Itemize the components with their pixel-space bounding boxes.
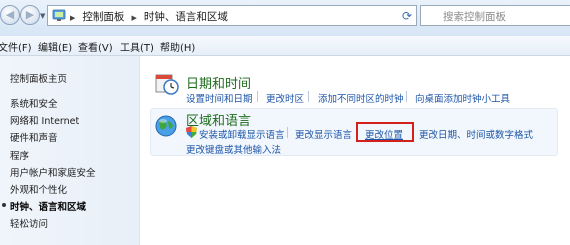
sidebar-item-programs[interactable]: 程序 bbox=[10, 148, 29, 162]
sidebar-item-hardware-sound[interactable]: 硬件和声音 bbox=[10, 130, 58, 144]
link-change-display-language[interactable]: 更改显示语言 bbox=[295, 127, 352, 141]
sidebar-item-appearance[interactable]: 外观和个性化 bbox=[10, 182, 67, 196]
link-separator bbox=[287, 127, 288, 138]
search-placeholder: 搜索控制面板 bbox=[443, 11, 506, 23]
sidebar-item-control-panel-home[interactable]: 控制面板主页 bbox=[10, 71, 67, 85]
sidebar-item-network-internet[interactable]: 网络和 Internet bbox=[10, 113, 79, 127]
link-add-clocks[interactable]: 添加不同时区的时钟 bbox=[318, 91, 404, 105]
control-panel-icon bbox=[52, 9, 66, 21]
menu-tools[interactable]: 工具(T) bbox=[120, 39, 154, 54]
date-time-icon bbox=[155, 74, 179, 95]
menu-view[interactable]: 查看(V) bbox=[78, 39, 113, 54]
active-item-bullet bbox=[2, 203, 6, 207]
category-date-time-title[interactable]: 日期和时间 bbox=[186, 73, 251, 92]
sidebar-item-clock-language-region[interactable]: 时钟、语言和区域 bbox=[10, 199, 86, 213]
highlight-box bbox=[356, 122, 414, 142]
breadcrumb[interactable]: ▶ 控制面板 ▶ 时钟、语言和区域 ⟳ bbox=[47, 5, 417, 26]
address-bar: ◀ ▶ ▼ ▶ 控制面板 ▶ 时钟、语言和区域 ⟳ 搜索控制面板 bbox=[0, 0, 570, 36]
link-separator bbox=[308, 91, 309, 102]
breadcrumb-separator-icon: ▶ bbox=[131, 14, 137, 22]
breadcrumb-clock-language-region[interactable]: 时钟、语言和区域 bbox=[144, 11, 228, 23]
menu-help[interactable]: 帮助(H) bbox=[160, 39, 195, 54]
sidebar-item-system-security[interactable]: 系统和安全 bbox=[10, 96, 58, 110]
breadcrumb-separator-icon: ▶ bbox=[70, 14, 76, 22]
link-set-time-date[interactable]: 设置时间和日期 bbox=[186, 91, 253, 105]
recent-pages-dropdown-icon[interactable]: ▼ bbox=[40, 12, 45, 20]
menu-edit[interactable]: 编辑(E) bbox=[38, 39, 72, 54]
breadcrumb-control-panel[interactable]: 控制面板 bbox=[82, 11, 124, 23]
sidebar-item-user-accounts[interactable]: 用户帐户和家庭安全 bbox=[10, 165, 96, 179]
link-add-clock-gadget[interactable]: 向桌面添加时钟小工具 bbox=[415, 91, 510, 105]
shield-icon bbox=[186, 126, 197, 138]
back-button[interactable]: ◀ bbox=[0, 5, 20, 25]
menu-bar: 文件(F) 编辑(E) 查看(V) 工具(T) 帮助(H) bbox=[0, 36, 570, 56]
refresh-icon[interactable]: ⟳ bbox=[402, 9, 412, 23]
forward-button[interactable]: ▶ bbox=[20, 5, 40, 25]
link-separator bbox=[257, 91, 258, 102]
link-separator bbox=[406, 91, 407, 102]
search-input[interactable]: 搜索控制面板 bbox=[420, 5, 570, 26]
sidebar-item-ease-of-access[interactable]: 轻松访问 bbox=[10, 216, 48, 230]
link-change-time-zone[interactable]: 更改时区 bbox=[266, 91, 304, 105]
link-change-keyboards[interactable]: 更改键盘或其他输入法 bbox=[186, 142, 281, 156]
globe-icon bbox=[155, 115, 177, 137]
menu-file[interactable]: 文件(F) bbox=[0, 39, 32, 54]
link-install-display-language[interactable]: 安装或卸载显示语言 bbox=[199, 127, 285, 141]
link-change-date-time-number-format[interactable]: 更改日期、时间或数字格式 bbox=[419, 127, 533, 141]
